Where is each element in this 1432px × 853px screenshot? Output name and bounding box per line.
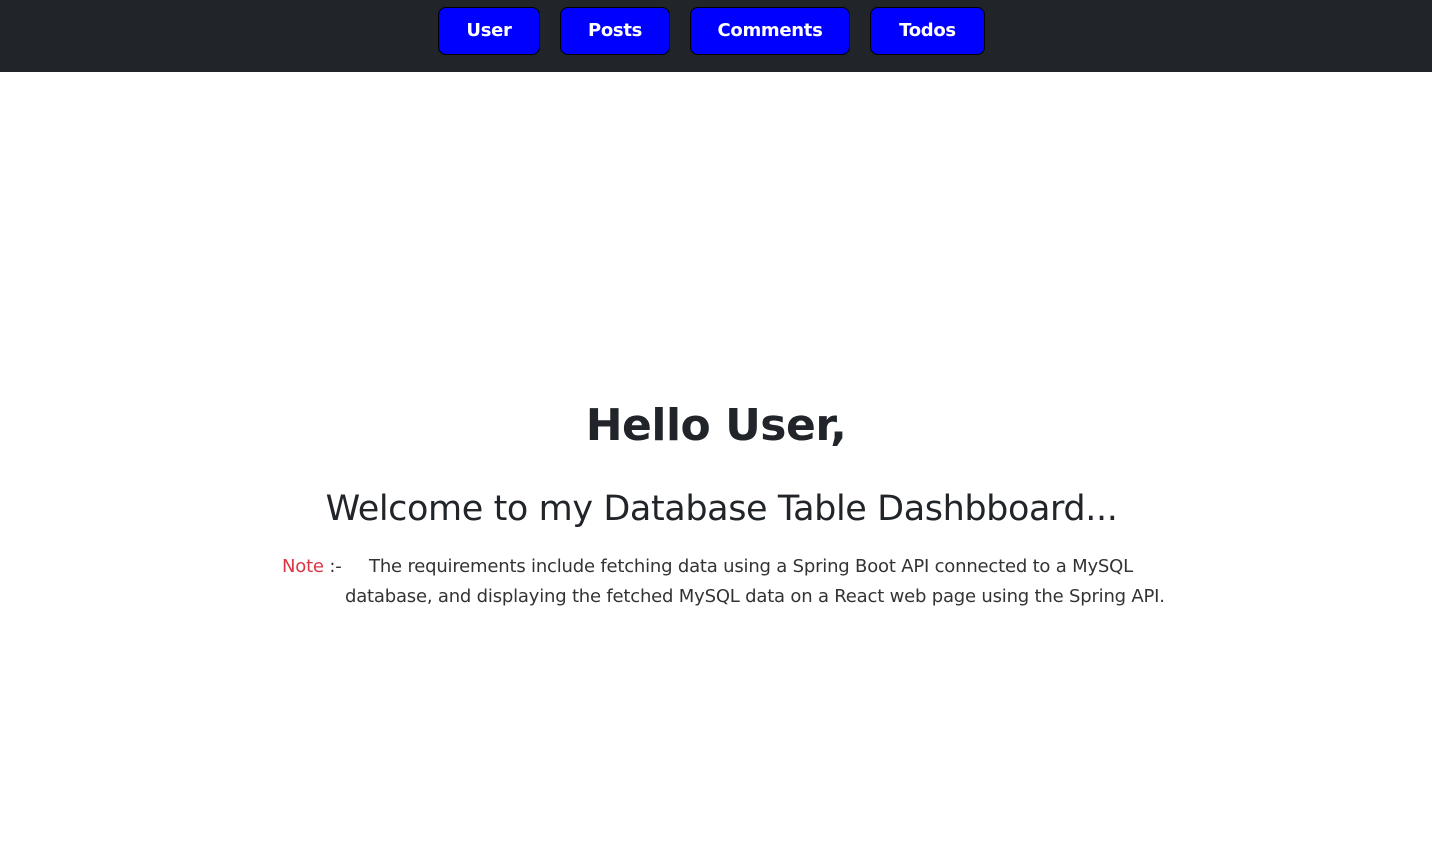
note-separator: :- — [329, 556, 342, 577]
note-text-line2: database, and displaying the fetched MyS… — [345, 586, 1165, 607]
page-title: Hello User, — [585, 400, 847, 451]
note-text-line1: The requirements include fetching data u… — [369, 556, 1133, 577]
top-navbar: User Posts Comments Todos — [0, 0, 1432, 72]
user-button[interactable]: User — [438, 7, 540, 55]
page-subtitle: Welcome to my Database Table Dashbboard.… — [325, 489, 1118, 529]
note-label: Note — [282, 556, 324, 577]
requirements-note: Note :- The requirements include fetchin… — [282, 552, 1172, 612]
todos-button[interactable]: Todos — [870, 7, 985, 55]
comments-button[interactable]: Comments — [690, 7, 850, 55]
posts-button[interactable]: Posts — [560, 7, 670, 55]
